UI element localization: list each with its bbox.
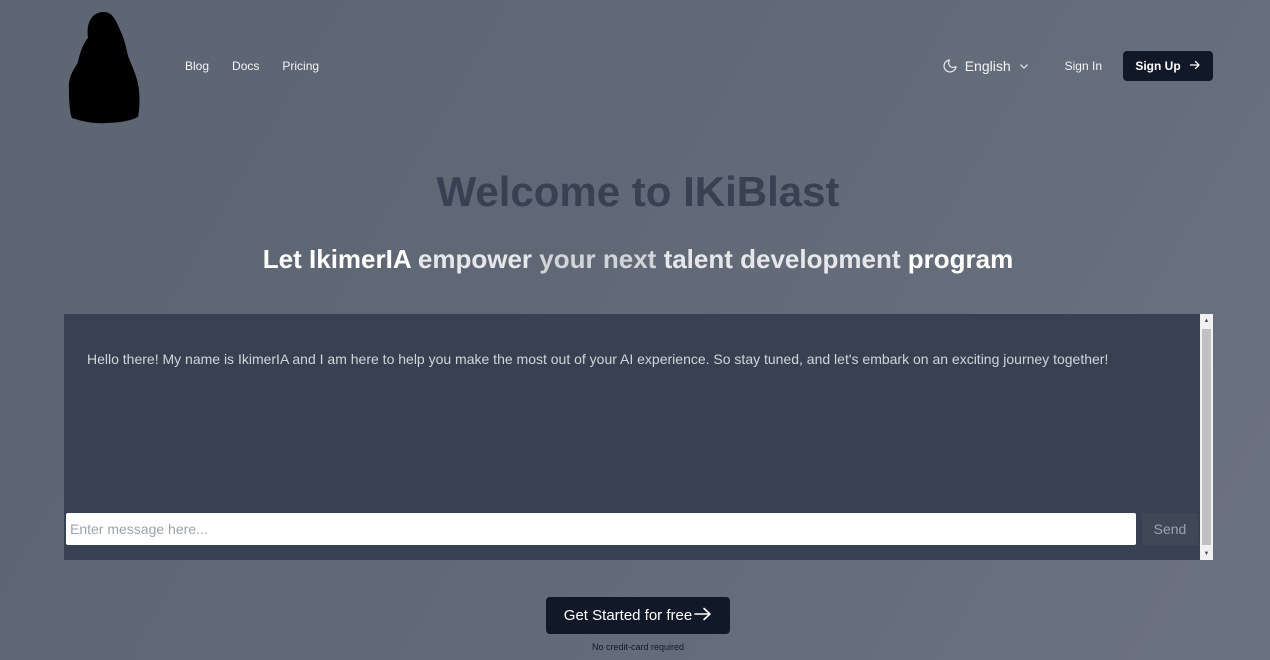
tagline-part: talent development: [663, 244, 901, 274]
get-started-button[interactable]: Get Started for free: [546, 597, 730, 634]
assistant-message: Hello there! My name is IkimerIA and I a…: [87, 351, 1109, 367]
sign-up-button[interactable]: Sign Up: [1123, 51, 1213, 81]
tagline: Let IkimerIA empower your next talent de…: [0, 244, 1270, 275]
page-title: Welcome to IKiBlast: [436, 168, 840, 215]
sign-up-label: Sign Up: [1135, 59, 1181, 73]
logo-icon[interactable]: [66, 10, 142, 124]
language-selector[interactable]: English: [965, 58, 1029, 74]
tagline-part: program: [907, 244, 1014, 274]
language-label: English: [964, 58, 1011, 74]
chat-panel: Hello there! My name is IkimerIA and I a…: [64, 314, 1213, 560]
nav-docs[interactable]: Docs: [232, 59, 259, 73]
tagline-part: empower: [417, 244, 533, 274]
message-input[interactable]: [66, 513, 1136, 545]
scroll-down-arrow-icon[interactable]: ▼: [1200, 547, 1213, 560]
sign-in-link[interactable]: Sign In: [1065, 59, 1102, 73]
header-actions: English Sign In Sign Up: [941, 51, 1213, 81]
nav-pricing[interactable]: Pricing: [282, 59, 319, 73]
nav-blog[interactable]: Blog: [185, 59, 209, 73]
chevron-down-icon: [1019, 58, 1029, 74]
tagline-part: your next: [539, 244, 657, 274]
chat-scrollbar[interactable]: ▲ ▼: [1200, 314, 1213, 560]
tagline-part: Let IkimerIA: [262, 244, 411, 274]
send-button[interactable]: Send: [1142, 513, 1198, 545]
moon-icon[interactable]: [941, 57, 959, 75]
scroll-up-arrow-icon[interactable]: ▲: [1200, 314, 1213, 327]
arrow-right-icon: [694, 607, 712, 625]
main-nav: Blog Docs Pricing: [185, 59, 319, 73]
arrow-right-icon: [1189, 59, 1201, 74]
get-started-label: Get Started for free: [563, 607, 693, 624]
scrollbar-thumb[interactable]: [1202, 329, 1211, 545]
no-credit-card-note: No credit-card required: [591, 642, 685, 652]
